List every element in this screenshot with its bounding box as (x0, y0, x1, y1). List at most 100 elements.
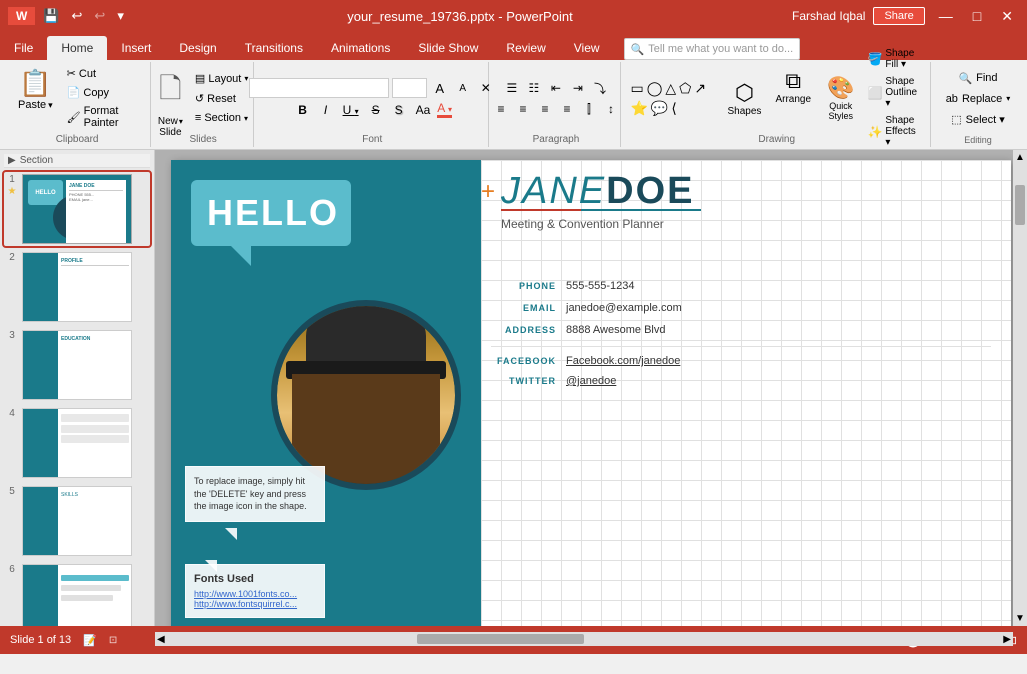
new-slide-dropdown[interactable]: ▾ (179, 117, 183, 126)
shape-fill-button[interactable]: 🪣 Shape Fill ▾ (864, 47, 924, 71)
slide-thumb-3[interactable]: 3 EDUCATION (4, 328, 150, 402)
case-button[interactable]: Aa (412, 102, 435, 118)
replace-dropdown[interactable]: ▾ (1006, 94, 1010, 103)
shape-icon-6[interactable]: ⭐ (629, 99, 648, 118)
font-row1: A A ✕ (249, 78, 496, 98)
justify-button[interactable]: ≡ (557, 101, 577, 117)
format-painter-button[interactable]: 🖌 Format Painter (63, 103, 145, 131)
shapes-button[interactable]: ⬡ Shapes (723, 64, 765, 132)
canvas-area[interactable]: HELLO To replace image, simply hit the (155, 150, 1027, 626)
section-triangle[interactable]: ▶ (8, 155, 16, 166)
tab-insert[interactable]: Insert (107, 36, 165, 60)
align-left-button[interactable]: ≡ (491, 101, 511, 117)
font-color-button[interactable]: A ▾ (437, 101, 452, 118)
title-bar: W 💾 ↩ ↩ ▾ your_resume_19736.pptx - Power… (0, 0, 1027, 32)
shape-outline-button[interactable]: ⬜ Shape Outline ▾ (864, 75, 924, 110)
bullet-list-button[interactable]: ☰ (502, 80, 522, 96)
paste-button[interactable]: 📋 Paste ▾ (10, 64, 61, 132)
horizontal-scrollbar[interactable]: ◀ ▶ (155, 632, 1013, 646)
section-dropdown[interactable]: ▾ (244, 114, 248, 123)
profile-circle (271, 300, 461, 490)
decrease-indent-button[interactable]: ⇤ (546, 80, 566, 96)
numbered-list-button[interactable]: ☷ (524, 80, 544, 96)
reset-icon: ↺ (195, 92, 204, 105)
tab-file[interactable]: File (0, 36, 47, 60)
grow-font-button[interactable]: A (430, 80, 450, 97)
minimize-button[interactable]: — (933, 6, 959, 26)
tab-slideshow[interactable]: Slide Show (404, 36, 492, 60)
vertical-scrollbar[interactable]: ▲ ▼ (1013, 150, 1027, 626)
scroll-right-button[interactable]: ▶ (1001, 634, 1013, 645)
twitter-row: TWITTER @janedoe (491, 375, 991, 387)
close-button[interactable]: ✕ (995, 6, 1019, 27)
align-center-button[interactable]: ≡ (513, 101, 533, 117)
layout-button[interactable]: ▤ Layout ▾ (191, 70, 252, 87)
shape-icon-4[interactable]: ⬠ (678, 79, 692, 98)
columns-button[interactable]: ⫿ (579, 101, 599, 118)
font-size-input[interactable] (392, 78, 427, 98)
layout-dropdown[interactable]: ▾ (244, 74, 248, 83)
tab-review[interactable]: Review (492, 36, 559, 60)
shadow-button[interactable]: S (389, 102, 409, 118)
tab-view[interactable]: View (560, 36, 614, 60)
h-scroll-thumb[interactable] (417, 634, 584, 644)
slide-thumb-1[interactable]: 1 ★ HELLO JANE DOE PHONE 555... EMAIL ja… (4, 172, 150, 246)
tab-design[interactable]: Design (165, 36, 230, 60)
share-button[interactable]: Share (873, 7, 924, 25)
slide-thumb-4[interactable]: 4 (4, 406, 150, 480)
shape-icon-1[interactable]: ▭ (629, 79, 644, 98)
restore-button[interactable]: □ (967, 6, 987, 26)
scroll-down-button[interactable]: ▼ (1013, 611, 1027, 626)
fonts-link-2[interactable]: http://www.fontsquirrel.c... (194, 599, 316, 609)
scroll-thumb[interactable] (1015, 185, 1025, 225)
align-right-button[interactable]: ≡ (535, 101, 555, 117)
slide-preview-2: PROFILE (22, 252, 132, 322)
save-icon[interactable]: 💾 (39, 6, 63, 26)
quick-styles-button[interactable]: 🎨 Quick Styles (821, 64, 860, 132)
cut-button[interactable]: ✂ Cut (63, 65, 145, 82)
main-area: ▶ Section 1 ★ HELLO JANE DOE PHONE 555..… (0, 150, 1027, 626)
new-slide-button[interactable]: 🗋 New ▾ Slide (154, 64, 187, 132)
font-family-input[interactable] (249, 78, 389, 98)
shape-icon-8[interactable]: ⟨ (670, 99, 677, 118)
fonts-link-1[interactable]: http://www.1001fonts.co... (194, 589, 316, 599)
clipboard-content: 📋 Paste ▾ ✂ Cut 📄 Copy 🖌 Format Painter (10, 64, 144, 132)
arrange-button[interactable]: ⧉ Arrange (769, 64, 817, 132)
line-spacing-button[interactable]: ↕ (601, 101, 621, 117)
slide-thumb-6[interactable]: 6 ★ (4, 562, 150, 626)
tell-me-search[interactable]: 🔍 Tell me what you want to do... (624, 38, 801, 60)
increase-indent-button[interactable]: ⇥ (568, 80, 588, 96)
tab-transitions[interactable]: Transitions (231, 36, 317, 60)
strikethrough-button[interactable]: S (366, 102, 386, 118)
replace-button[interactable]: ab Replace ▾ (940, 91, 1017, 107)
find-button[interactable]: 🔍 Find (952, 70, 1003, 87)
scroll-left-button[interactable]: ◀ (155, 634, 167, 645)
window-title: your_resume_19736.pptx - PowerPoint (128, 9, 792, 24)
redo-icon[interactable]: ↩ (90, 6, 109, 26)
shrink-font-button[interactable]: A (453, 82, 473, 95)
shape-icon-5[interactable]: ↗ (693, 79, 707, 98)
tab-animations[interactable]: Animations (317, 36, 404, 60)
file-menu-icon[interactable]: W (8, 7, 35, 25)
bold-button[interactable]: B (293, 102, 313, 118)
convert-smartart-button[interactable]: ⤵ (590, 79, 610, 98)
shape-icon-2[interactable]: ◯ (646, 79, 664, 98)
section-button[interactable]: ≡ Section ▾ (191, 110, 252, 126)
customize-icon[interactable]: ▾ (113, 6, 128, 26)
italic-button[interactable]: I (316, 102, 336, 118)
underline-button[interactable]: U ▾ (339, 102, 363, 118)
undo-icon[interactable]: ↩ (68, 6, 87, 26)
section-name: Section (20, 155, 53, 166)
reset-button[interactable]: ↺ Reset (191, 90, 252, 107)
tab-home[interactable]: Home (47, 36, 107, 60)
paste-dropdown[interactable]: ▾ (48, 100, 53, 111)
copy-button[interactable]: 📄 Copy (63, 84, 145, 101)
shape-effects-button[interactable]: ✨ Shape Effects ▾ (864, 114, 924, 149)
shape-icon-3[interactable]: △ (664, 79, 677, 98)
scroll-up-button[interactable]: ▲ (1013, 150, 1027, 165)
select-button[interactable]: ⬚ Select ▾ (945, 111, 1011, 128)
slide-thumb-5[interactable]: 5 ★ SKILLS (4, 484, 150, 558)
slide-thumb-2[interactable]: 2 ★ PROFILE (4, 250, 150, 324)
slide-canvas: HELLO To replace image, simply hit the (171, 160, 1011, 626)
shape-icon-7[interactable]: 💬 (650, 99, 669, 118)
